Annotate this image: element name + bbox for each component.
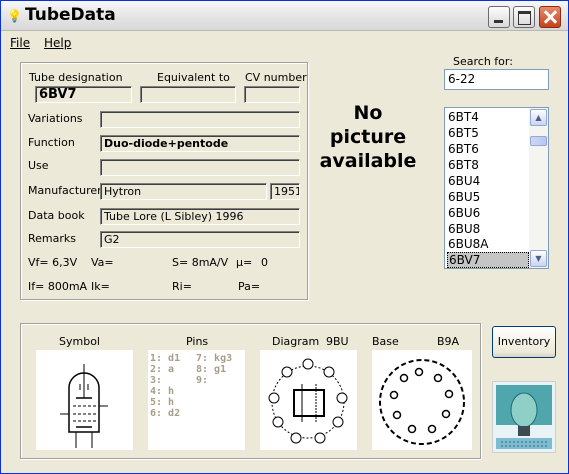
no-picture-line2: picture xyxy=(329,126,407,148)
pins-panel: 1: d1 2: a 3: 4: h 5: h 6: d2 7: kg3 8: … xyxy=(148,350,245,450)
pin-entry: 1: d1 xyxy=(150,353,181,364)
app-window: 💡 TubeData File Help Tube designation Eq… xyxy=(0,0,569,474)
base-label: Base xyxy=(372,335,399,348)
list-item[interactable]: 6BU5 xyxy=(447,190,529,206)
variations-field[interactable] xyxy=(100,111,300,128)
symbol-label: Symbol xyxy=(59,335,100,348)
tube-diagrams-group: Symbol Pins Diagram 9BU Base B9A 1: d1 2… xyxy=(20,323,481,459)
diagram-code: 9BU xyxy=(326,335,349,348)
use-field[interactable] xyxy=(100,159,300,176)
list-item[interactable]: 6BT4 xyxy=(447,110,529,126)
scroll-down-button[interactable]: ▼ xyxy=(530,250,547,267)
variations-label: Variations xyxy=(28,112,83,125)
use-label: Use xyxy=(28,159,49,172)
menu-file[interactable]: File xyxy=(10,36,30,50)
tube-logo-icon xyxy=(493,382,555,452)
pin-entry: 9: xyxy=(196,375,209,386)
list-item-selected[interactable]: 6BV7 xyxy=(447,252,529,268)
remarks-field[interactable]: G2 xyxy=(100,231,300,248)
function-field[interactable]: Duo-diode+pentode xyxy=(100,135,300,152)
tube-details-group: Tube designation Equivalent to CV number… xyxy=(20,62,308,300)
no-picture-message: No picture available xyxy=(319,101,417,173)
vf-value: Vf= 6,3V xyxy=(28,256,78,269)
if-value: If= 800mA xyxy=(28,280,88,293)
list-item[interactable]: 6BU8 xyxy=(447,222,529,238)
va-value: Va= xyxy=(91,256,114,269)
base-code: B9A xyxy=(437,335,460,348)
base-diagram-icon xyxy=(379,359,465,445)
ri-value: Ri= xyxy=(172,280,192,293)
menu-help[interactable]: Help xyxy=(44,36,71,50)
mu-value: 0 xyxy=(261,256,268,269)
pins-column-2: 7: kg3 8: g1 9: xyxy=(196,353,232,386)
pin-diagram-panel xyxy=(260,350,357,450)
tube-symbol-panel xyxy=(36,350,133,450)
lightbulb-icon: 💡 xyxy=(7,9,22,23)
equivalent-field[interactable] xyxy=(140,86,236,103)
databook-label: Data book xyxy=(28,209,85,222)
tube-listbox[interactable]: 6BT4 6BT5 6BT6 6BT8 6BU4 6BU5 6BU6 6BU8 … xyxy=(444,107,549,269)
manufacturer-label: Manufacturer xyxy=(28,184,102,197)
search-input[interactable]: 6-22 xyxy=(444,69,549,90)
pins-label: Pins xyxy=(186,335,209,348)
mu-label: µ= xyxy=(236,256,253,269)
tube-symbol-icon xyxy=(60,364,108,448)
pin-entry: 5: h xyxy=(150,397,175,408)
tubedata-logo xyxy=(492,381,556,453)
menu-file-label: File xyxy=(10,36,31,50)
menu-help-label: Help xyxy=(44,36,72,50)
list-item[interactable]: 6BT6 xyxy=(447,142,529,158)
list-item[interactable]: 6BU6 xyxy=(447,206,529,222)
list-item[interactable]: 6BT5 xyxy=(447,126,529,142)
window-title: TubeData xyxy=(25,5,116,25)
pin-entry: 3: xyxy=(150,375,163,386)
pin-entry: 4: h xyxy=(150,386,175,397)
minimize-button[interactable] xyxy=(488,6,510,28)
year-field[interactable]: 1951 xyxy=(270,183,300,200)
designation-label: Tube designation xyxy=(29,71,123,84)
search-label: Search for: xyxy=(453,55,513,68)
no-picture-line3: available xyxy=(319,150,417,172)
manufacturer-field[interactable]: Hytron xyxy=(100,183,267,200)
s-value: S= 8mA/V xyxy=(172,256,229,269)
remarks-label: Remarks xyxy=(28,232,76,245)
no-picture-line1: No xyxy=(353,102,383,124)
pins-column-1: 1: d1 2: a 3: 4: h 5: h 6: d2 xyxy=(150,353,180,419)
list-item[interactable]: 6BT8 xyxy=(447,158,529,174)
diagram-label: Diagram xyxy=(272,335,320,348)
scroll-thumb[interactable] xyxy=(530,136,547,146)
title-bar[interactable]: 💡 TubeData xyxy=(1,1,568,31)
pin-entry: 8: g1 xyxy=(196,364,227,375)
cv-number-label: CV number xyxy=(245,71,307,84)
base-diagram-panel xyxy=(372,350,472,450)
designation-field[interactable]: 6BV7 xyxy=(35,86,132,103)
inventory-button[interactable]: Inventory xyxy=(492,326,556,358)
close-button[interactable] xyxy=(539,6,561,28)
equivalent-label: Equivalent to xyxy=(157,71,230,84)
function-label: Function xyxy=(28,136,75,149)
cv-number-field[interactable] xyxy=(244,86,300,103)
list-scrollbar[interactable]: ▲ ▼ xyxy=(529,108,548,268)
databook-field[interactable]: Tube Lore (L Sibley) 1996 xyxy=(100,208,300,225)
menu-bar: File Help xyxy=(1,32,568,52)
pin-diagram-icon xyxy=(268,358,348,444)
pa-value: Pa= xyxy=(238,280,261,293)
scroll-up-button[interactable]: ▲ xyxy=(530,109,547,126)
ik-value: Ik= xyxy=(91,280,110,293)
pin-entry: 7: kg3 xyxy=(196,353,233,364)
maximize-button[interactable] xyxy=(513,6,535,28)
pin-entry: 6: d2 xyxy=(150,408,181,419)
pin-entry: 2: a xyxy=(150,364,175,375)
list-item[interactable]: 6BU4 xyxy=(447,174,529,190)
list-item[interactable]: 6BU8A xyxy=(447,237,529,253)
